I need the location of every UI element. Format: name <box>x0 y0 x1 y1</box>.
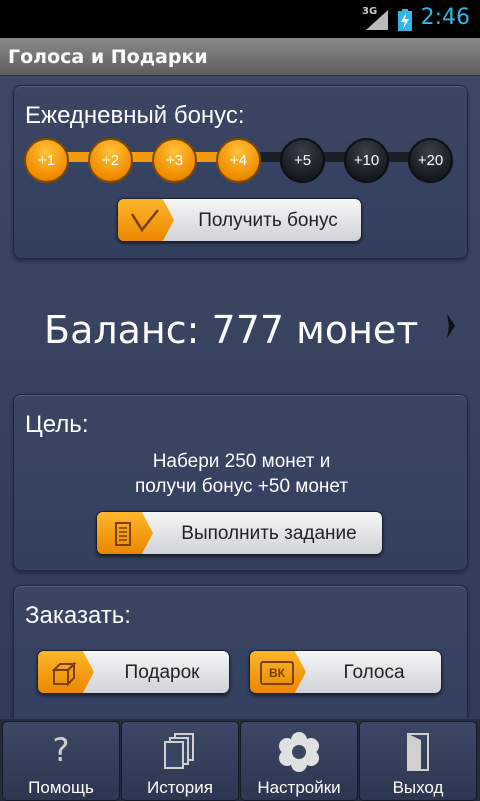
document-icon <box>115 522 131 546</box>
tab-history-label: История <box>147 778 213 797</box>
tab-history[interactable]: История <box>121 721 239 801</box>
order-panel: Заказать: Подарок ВК Голоса <box>13 585 468 725</box>
tab-exit-label: Выход <box>392 778 444 797</box>
bonus-track-active <box>47 152 242 162</box>
app-title: Голоса и Подарки <box>8 46 208 68</box>
bonus-step-1: +1 <box>24 138 69 183</box>
app-title-bar: Голоса и Подарки <box>0 38 480 76</box>
bonus-step-5: +5 <box>280 138 325 183</box>
tab-settings[interactable]: Настройки <box>240 721 358 801</box>
exit-icon <box>407 733 429 771</box>
goal-panel: Цель: Набери 250 монет и получи бонус +5… <box>13 394 468 571</box>
status-bar: 3G 2:46 <box>0 0 480 38</box>
goal-description-line2: получи бонус +50 монет <box>134 476 349 497</box>
tab-exit[interactable]: Выход <box>359 721 477 801</box>
history-icon <box>164 733 194 769</box>
tab-help-label: Помощь <box>28 778 94 797</box>
goal-heading: Цель: <box>25 411 89 438</box>
daily-bonus-panel: Ежедневный бонус: +1 +2 +3 +4 +5 +10 +20… <box>13 85 468 259</box>
vk-icon: ВК <box>260 661 294 685</box>
votes-button[interactable]: ВК Голоса <box>249 650 442 694</box>
daily-bonus-heading: Ежедневный бонус: <box>25 102 245 129</box>
checkmark-icon <box>130 209 159 233</box>
votes-label: Голоса <box>343 662 405 683</box>
arrow-right-icon <box>447 314 455 338</box>
tab-settings-label: Настройки <box>257 778 341 797</box>
help-icon: ? <box>52 731 70 769</box>
gift-box-icon <box>51 661 77 686</box>
signal-icon <box>366 10 388 30</box>
bonus-step-4: +4 <box>216 138 261 183</box>
bonus-step-3: +3 <box>152 138 197 183</box>
settings-icon <box>279 732 319 772</box>
balance-text: Баланс: 777 монет <box>44 308 419 352</box>
bonus-step-2: +2 <box>88 138 133 183</box>
bonus-step-6: +10 <box>344 138 389 183</box>
goal-description-line1: Набери 250 монет и <box>152 451 331 472</box>
clock: 2:46 <box>420 5 470 30</box>
battery-charging-icon <box>398 9 412 31</box>
vk-icon-text: ВК <box>269 666 285 680</box>
tab-help[interactable]: ? Помощь <box>2 721 120 801</box>
bottom-nav: ? Помощь История Настройки Выход <box>0 719 480 801</box>
get-bonus-button[interactable]: Получить бонус <box>117 198 362 242</box>
gift-button[interactable]: Подарок <box>37 650 230 694</box>
gift-label: Подарок <box>124 662 200 683</box>
get-bonus-label: Получить бонус <box>198 210 338 231</box>
bonus-step-7: +20 <box>408 138 453 183</box>
bonus-track-inactive <box>242 152 432 162</box>
complete-task-label: Выполнить задание <box>181 523 357 544</box>
order-heading: Заказать: <box>25 602 131 629</box>
complete-task-button[interactable]: Выполнить задание <box>96 511 383 555</box>
